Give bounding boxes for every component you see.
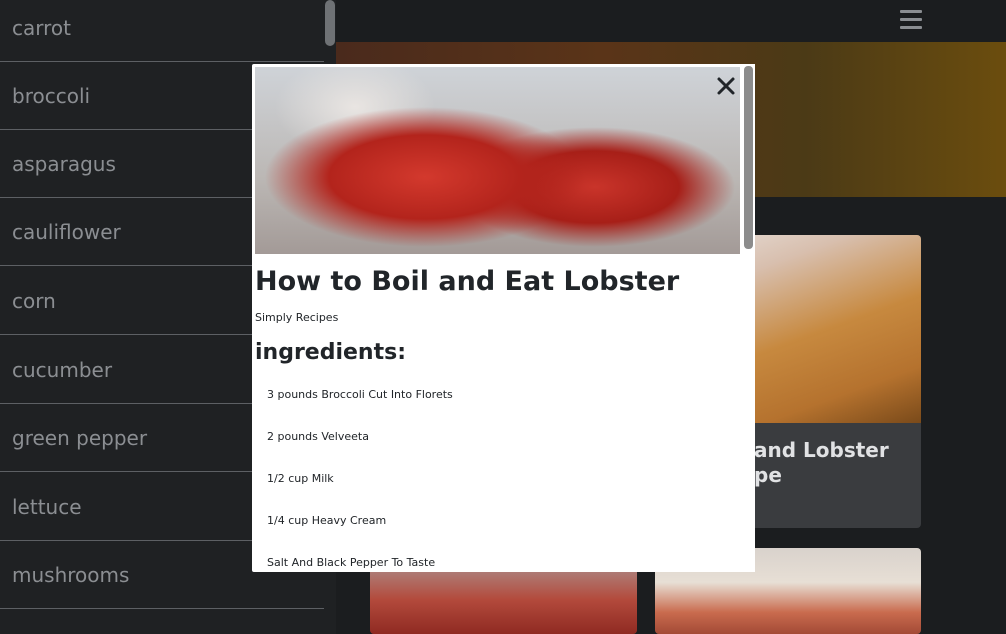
ingredient-item: 1/2 cup Milk bbox=[267, 472, 334, 485]
sidebar-scrollbar-thumb[interactable] bbox=[325, 0, 335, 46]
ingredient-item: 3 pounds Broccoli Cut Into Florets bbox=[267, 388, 453, 401]
ingredient-item: 1/4 cup Heavy Cream bbox=[267, 514, 387, 527]
sidebar-item-label: cucumber bbox=[12, 357, 113, 382]
sidebar-item-label: cauliflower bbox=[12, 219, 121, 244]
sidebar-scrollbar[interactable] bbox=[324, 0, 336, 48]
recipe-title: How to Boil and Eat Lobster bbox=[255, 266, 680, 297]
recipe-image bbox=[255, 67, 740, 254]
modal-scrollbar[interactable] bbox=[742, 64, 755, 572]
sidebar-item-label: broccoli bbox=[12, 83, 91, 108]
recipe-card-title-line1: and Lobster bbox=[754, 438, 889, 462]
sidebar-item-label: asparagus bbox=[12, 151, 116, 176]
ingredient-item: Salt And Black Pepper To Taste bbox=[267, 556, 436, 569]
sidebar-item-label: mushrooms bbox=[12, 562, 130, 587]
sidebar-item-label: green pepper bbox=[12, 425, 148, 450]
sidebar-item-label: carrot bbox=[12, 15, 71, 40]
close-icon[interactable] bbox=[716, 76, 736, 96]
hamburger-menu-icon[interactable] bbox=[900, 10, 922, 32]
sidebar-item-carrot[interactable]: carrot bbox=[0, 0, 324, 62]
close-icon-glyph bbox=[717, 77, 735, 95]
ingredients-heading: ingredients: bbox=[255, 340, 407, 365]
recipe-source: Simply Recipes bbox=[255, 311, 339, 324]
recipe-card-title-line2: pe bbox=[754, 463, 782, 487]
sidebar-item-label: lettuce bbox=[12, 494, 82, 519]
modal-scrollbar-thumb[interactable] bbox=[744, 66, 753, 249]
sidebar-item-label: corn bbox=[12, 288, 56, 313]
ingredient-item: 2 pounds Velveeta bbox=[267, 430, 369, 443]
